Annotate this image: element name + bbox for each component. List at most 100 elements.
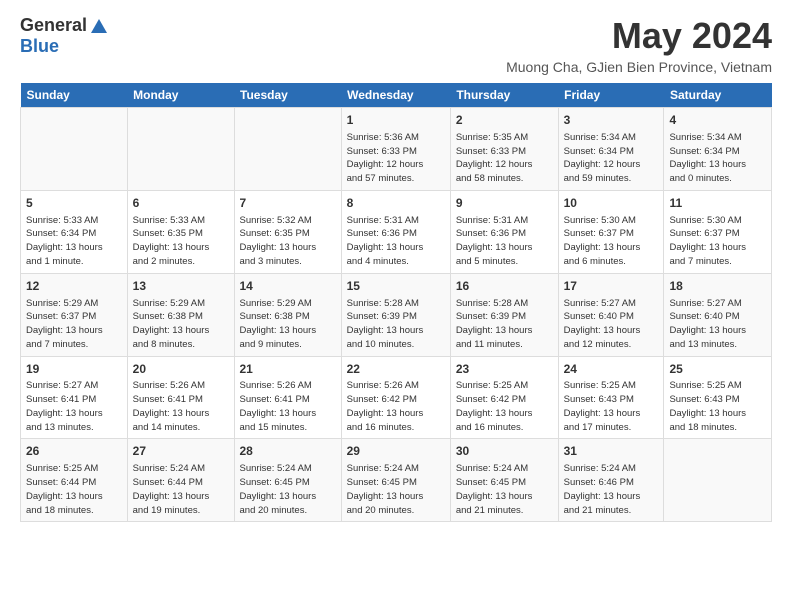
- logo-blue-text: Blue: [20, 36, 59, 57]
- header: General Blue May 2024 Muong Cha, GJien B…: [20, 15, 772, 75]
- day-cell: 8 Sunrise: 5:31 AM Sunset: 6:36 PM Daylig…: [341, 190, 450, 273]
- day-cell: [21, 108, 128, 191]
- day-cell: 6 Sunrise: 5:33 AM Sunset: 6:35 PM Daylig…: [127, 190, 234, 273]
- day-cell: 16 Sunrise: 5:28 AM Sunset: 6:39 PM Dayli…: [450, 273, 558, 356]
- col-header-thursday: Thursday: [450, 83, 558, 108]
- day-cell: 15 Sunrise: 5:28 AM Sunset: 6:39 PM Dayli…: [341, 273, 450, 356]
- day-cell: 30 Sunrise: 5:24 AM Sunset: 6:45 PM Dayli…: [450, 439, 558, 522]
- day-cell: 9 Sunrise: 5:31 AM Sunset: 6:36 PM Daylig…: [450, 190, 558, 273]
- day-cell: 14Sunrise: 5:29 AM Sunset: 6:38 PM Dayli…: [234, 273, 341, 356]
- day-cell: 13 Sunrise: 5:29 AM Sunset: 6:38 PM Dayli…: [127, 273, 234, 356]
- day-number: 27: [133, 443, 229, 460]
- calendar-page: General Blue May 2024 Muong Cha, GJien B…: [0, 0, 792, 612]
- day-cell: 17 Sunrise: 5:27 AM Sunset: 6:40 PM Dayli…: [558, 273, 664, 356]
- week-row-4: 26 Sunrise: 5:25 AM Sunset: 6:44 PM Dayli…: [21, 439, 772, 522]
- day-info: Sunrise: 5:25 AM Sunset: 6:43 PM Dayligh…: [564, 379, 659, 434]
- day-number: 13: [133, 278, 229, 295]
- day-number: 15: [347, 278, 445, 295]
- day-cell: 5 Sunrise: 5:33 AM Sunset: 6:34 PM Daylig…: [21, 190, 128, 273]
- day-cell: 22Sunrise: 5:26 AM Sunset: 6:42 PM Dayli…: [341, 356, 450, 439]
- day-info: Sunrise: 5:27 AM Sunset: 6:41 PM Dayligh…: [26, 379, 122, 434]
- day-number: 28: [240, 443, 336, 460]
- col-header-monday: Monday: [127, 83, 234, 108]
- day-info: Sunrise: 5:29 AM Sunset: 6:38 PM Dayligh…: [240, 297, 336, 352]
- day-cell: 19Sunrise: 5:27 AM Sunset: 6:41 PM Dayli…: [21, 356, 128, 439]
- day-cell: 20Sunrise: 5:26 AM Sunset: 6:41 PM Dayli…: [127, 356, 234, 439]
- month-year-title: May 2024: [506, 15, 772, 57]
- week-row-2: 12 Sunrise: 5:29 AM Sunset: 6:37 PM Dayli…: [21, 273, 772, 356]
- day-info: Sunrise: 5:26 AM Sunset: 6:41 PM Dayligh…: [133, 379, 229, 434]
- day-info: Sunrise: 5:25 AM Sunset: 6:44 PM Dayligh…: [26, 462, 122, 517]
- day-number: 12: [26, 278, 122, 295]
- day-info: Sunrise: 5:35 AM Sunset: 6:33 PM Dayligh…: [456, 131, 553, 186]
- day-info: Sunrise: 5:24 AM Sunset: 6:45 PM Dayligh…: [240, 462, 336, 517]
- day-cell: 2 Sunrise: 5:35 AM Sunset: 6:33 PM Daylig…: [450, 108, 558, 191]
- day-number: 3: [564, 112, 659, 129]
- day-number: 30: [456, 443, 553, 460]
- day-number: 22: [347, 361, 445, 378]
- col-header-saturday: Saturday: [664, 83, 772, 108]
- day-number: 1: [347, 112, 445, 129]
- day-cell: 27Sunrise: 5:24 AM Sunset: 6:44 PM Dayli…: [127, 439, 234, 522]
- day-number: 26: [26, 443, 122, 460]
- day-number: 17: [564, 278, 659, 295]
- day-info: Sunrise: 5:33 AM Sunset: 6:35 PM Dayligh…: [133, 214, 229, 269]
- location-text: Muong Cha, GJien Bien Province, Vietnam: [506, 59, 772, 75]
- day-info: Sunrise: 5:29 AM Sunset: 6:37 PM Dayligh…: [26, 297, 122, 352]
- day-info: Sunrise: 5:26 AM Sunset: 6:41 PM Dayligh…: [240, 379, 336, 434]
- day-number: 24: [564, 361, 659, 378]
- day-number: 31: [564, 443, 659, 460]
- day-cell: 10 Sunrise: 5:30 AM Sunset: 6:37 PM Dayli…: [558, 190, 664, 273]
- day-info: Sunrise: 5:28 AM Sunset: 6:39 PM Dayligh…: [347, 297, 445, 352]
- day-number: 2: [456, 112, 553, 129]
- day-number: 6: [133, 195, 229, 212]
- day-info: Sunrise: 5:25 AM Sunset: 6:42 PM Dayligh…: [456, 379, 553, 434]
- week-row-1: 5 Sunrise: 5:33 AM Sunset: 6:34 PM Daylig…: [21, 190, 772, 273]
- day-number: 5: [26, 195, 122, 212]
- day-cell: 24Sunrise: 5:25 AM Sunset: 6:43 PM Dayli…: [558, 356, 664, 439]
- day-info: Sunrise: 5:28 AM Sunset: 6:39 PM Dayligh…: [456, 297, 553, 352]
- day-cell: 31 Sunrise: 5:24 AM Sunset: 6:46 PM Dayli…: [558, 439, 664, 522]
- day-number: 19: [26, 361, 122, 378]
- day-number: 18: [669, 278, 766, 295]
- day-number: 29: [347, 443, 445, 460]
- day-info: Sunrise: 5:32 AM Sunset: 6:35 PM Dayligh…: [240, 214, 336, 269]
- day-info: Sunrise: 5:30 AM Sunset: 6:37 PM Dayligh…: [669, 214, 766, 269]
- day-cell: 21Sunrise: 5:26 AM Sunset: 6:41 PM Dayli…: [234, 356, 341, 439]
- day-cell: [127, 108, 234, 191]
- day-info: Sunrise: 5:34 AM Sunset: 6:34 PM Dayligh…: [669, 131, 766, 186]
- day-info: Sunrise: 5:34 AM Sunset: 6:34 PM Dayligh…: [564, 131, 659, 186]
- day-number: 7: [240, 195, 336, 212]
- day-info: Sunrise: 5:30 AM Sunset: 6:37 PM Dayligh…: [564, 214, 659, 269]
- day-cell: 25Sunrise: 5:25 AM Sunset: 6:43 PM Dayli…: [664, 356, 772, 439]
- day-number: 10: [564, 195, 659, 212]
- logo-triangle-icon: [91, 19, 107, 33]
- day-info: Sunrise: 5:31 AM Sunset: 6:36 PM Dayligh…: [347, 214, 445, 269]
- day-cell: 23Sunrise: 5:25 AM Sunset: 6:42 PM Dayli…: [450, 356, 558, 439]
- day-cell: 3 Sunrise: 5:34 AM Sunset: 6:34 PM Daylig…: [558, 108, 664, 191]
- logo-general-text: General: [20, 15, 87, 36]
- day-info: Sunrise: 5:27 AM Sunset: 6:40 PM Dayligh…: [564, 297, 659, 352]
- day-number: 23: [456, 361, 553, 378]
- day-info: Sunrise: 5:33 AM Sunset: 6:34 PM Dayligh…: [26, 214, 122, 269]
- day-info: Sunrise: 5:24 AM Sunset: 6:45 PM Dayligh…: [347, 462, 445, 517]
- day-number: 16: [456, 278, 553, 295]
- day-cell: 29 Sunrise: 5:24 AM Sunset: 6:45 PM Dayli…: [341, 439, 450, 522]
- day-info: Sunrise: 5:29 AM Sunset: 6:38 PM Dayligh…: [133, 297, 229, 352]
- day-info: Sunrise: 5:24 AM Sunset: 6:46 PM Dayligh…: [564, 462, 659, 517]
- day-cell: 1 Sunrise: 5:36 AM Sunset: 6:33 PM Daylig…: [341, 108, 450, 191]
- day-info: Sunrise: 5:31 AM Sunset: 6:36 PM Dayligh…: [456, 214, 553, 269]
- col-header-sunday: Sunday: [21, 83, 128, 108]
- col-header-wednesday: Wednesday: [341, 83, 450, 108]
- day-info: Sunrise: 5:26 AM Sunset: 6:42 PM Dayligh…: [347, 379, 445, 434]
- day-cell: 28 Sunrise: 5:24 AM Sunset: 6:45 PM Dayli…: [234, 439, 341, 522]
- day-number: 9: [456, 195, 553, 212]
- header-row: SundayMondayTuesdayWednesdayThursdayFrid…: [21, 83, 772, 108]
- day-number: 8: [347, 195, 445, 212]
- calendar-table: SundayMondayTuesdayWednesdayThursdayFrid…: [20, 83, 772, 522]
- day-number: 21: [240, 361, 336, 378]
- day-info: Sunrise: 5:27 AM Sunset: 6:40 PM Dayligh…: [669, 297, 766, 352]
- day-info: Sunrise: 5:25 AM Sunset: 6:43 PM Dayligh…: [669, 379, 766, 434]
- day-info: Sunrise: 5:24 AM Sunset: 6:45 PM Dayligh…: [456, 462, 553, 517]
- day-info: Sunrise: 5:36 AM Sunset: 6:33 PM Dayligh…: [347, 131, 445, 186]
